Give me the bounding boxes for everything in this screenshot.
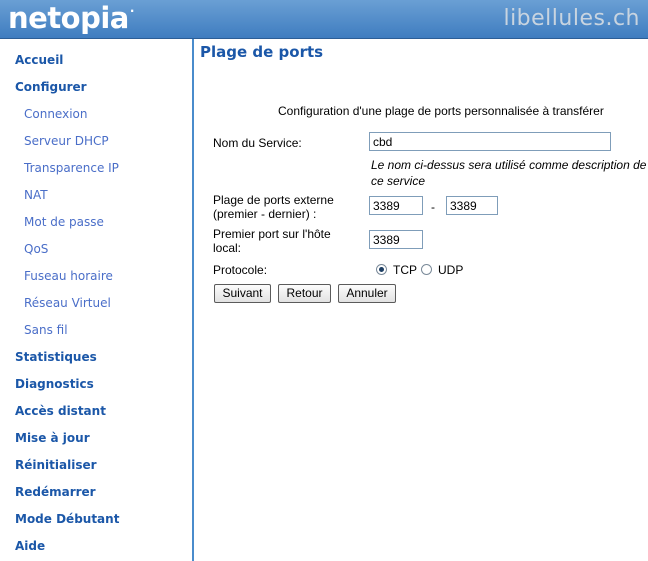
external-range-label: Plage de ports externe (premier - dernie… bbox=[213, 193, 334, 221]
sidebar-item-qos[interactable]: QoS bbox=[24, 242, 48, 256]
external-port-first-input[interactable] bbox=[369, 196, 423, 215]
sidebar-item-mise-a-jour[interactable]: Mise à jour bbox=[15, 431, 90, 445]
cancel-button[interactable]: Annuler bbox=[338, 284, 396, 303]
sidebar-item-acces-distant[interactable]: Accès distant bbox=[15, 404, 106, 418]
sidebar-nav: Accueil Configurer Connexion Serveur DHC… bbox=[0, 39, 194, 561]
protocol-label: Protocole: bbox=[213, 263, 268, 277]
host-port-input[interactable] bbox=[369, 230, 423, 249]
sidebar-item-serveur-dhcp[interactable]: Serveur DHCP bbox=[24, 134, 109, 148]
sidebar-item-fuseau-horaire[interactable]: Fuseau horaire bbox=[24, 269, 113, 283]
external-port-last-input[interactable] bbox=[446, 196, 498, 215]
netopia-logo: netopia. bbox=[8, 1, 134, 35]
back-button[interactable]: Retour bbox=[278, 284, 331, 303]
sidebar-item-reinitialiser[interactable]: Réinitialiser bbox=[15, 458, 97, 472]
protocol-tcp-label: TCP bbox=[393, 263, 417, 277]
protocol-udp-label: UDP bbox=[438, 263, 464, 277]
next-button[interactable]: Suivant bbox=[214, 284, 271, 303]
sidebar-item-redemarrer[interactable]: Redémarrer bbox=[15, 485, 96, 499]
header-bar: netopia. libellules.ch bbox=[0, 0, 648, 39]
sidebar-item-mot-de-passe[interactable]: Mot de passe bbox=[24, 215, 104, 229]
sidebar-item-accueil[interactable]: Accueil bbox=[15, 53, 63, 67]
service-name-label: Nom du Service: bbox=[213, 136, 302, 150]
watermark: libellules.ch bbox=[503, 6, 640, 31]
sidebar-item-statistiques[interactable]: Statistiques bbox=[15, 350, 97, 364]
sidebar-item-transparence-ip[interactable]: Transparence IP bbox=[24, 161, 119, 175]
sidebar-item-configurer[interactable]: Configurer bbox=[15, 80, 87, 94]
protocol-udp-radio[interactable] bbox=[421, 264, 432, 275]
protocol-tcp-radio[interactable] bbox=[376, 264, 387, 275]
sidebar-item-nat[interactable]: NAT bbox=[24, 188, 48, 202]
logo-text: netopia bbox=[8, 1, 129, 35]
sidebar-item-sans-fil[interactable]: Sans fil bbox=[24, 323, 68, 337]
sidebar-item-mode-debutant[interactable]: Mode Débutant bbox=[15, 512, 119, 526]
service-name-input[interactable] bbox=[369, 132, 611, 151]
logo-mark: . bbox=[129, 1, 135, 15]
sidebar-item-diagnostics[interactable]: Diagnostics bbox=[15, 377, 94, 391]
range-separator: - bbox=[431, 200, 435, 214]
form-subtitle: Configuration d'une plage de ports perso… bbox=[278, 104, 604, 118]
sidebar-item-connexion[interactable]: Connexion bbox=[24, 107, 88, 121]
page-title: Plage de ports bbox=[200, 43, 324, 61]
sidebar-item-reseau-virtuel[interactable]: Réseau Virtuel bbox=[24, 296, 111, 310]
service-name-hint: Le nom ci-dessus sera utilisé comme desc… bbox=[371, 158, 647, 188]
sidebar-item-aide[interactable]: Aide bbox=[15, 539, 45, 553]
host-port-label: Premier port sur l'hôte local: bbox=[213, 227, 331, 255]
